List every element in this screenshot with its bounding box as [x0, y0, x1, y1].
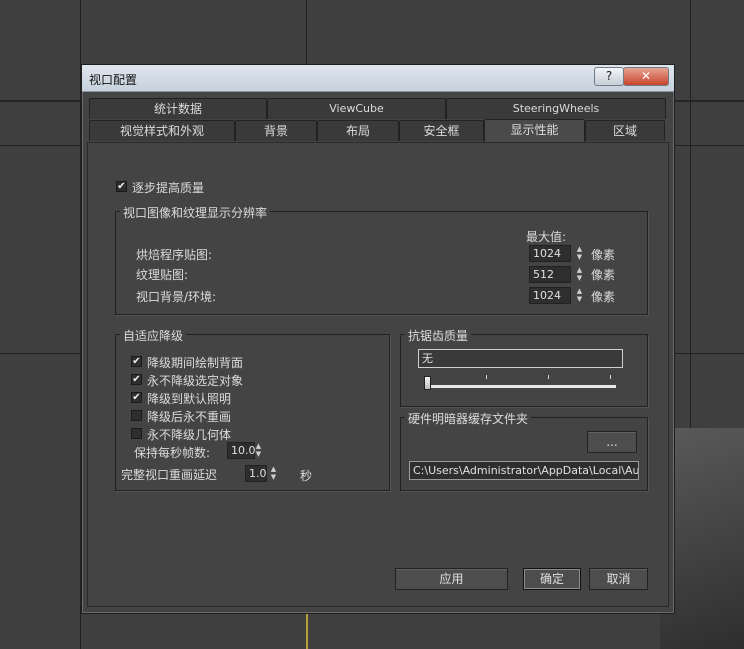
- never-degrade-geometry-checkbox[interactable]: [131, 428, 142, 439]
- shader-cache-path-field[interactable]: C:\Users\Administrator\AppData\Local\Aut…: [409, 461, 639, 480]
- close-button[interactable]: ✕: [623, 67, 669, 86]
- tab-viewcube[interactable]: ViewCube: [267, 98, 446, 119]
- draw-backfaces-label: 降级期间绘制背面: [147, 356, 244, 370]
- never-degrade-geometry-label: 永不降级几何体: [147, 428, 232, 442]
- progressive-quality-label: 逐步提高质量: [132, 181, 205, 195]
- baked-procedural-spinner[interactable]: 1024: [529, 245, 571, 262]
- viewport-background-spinner[interactable]: 1024: [529, 287, 571, 304]
- shader-cache-title: 硬件明暗器缓存文件夹: [405, 410, 532, 427]
- tab-regions[interactable]: 区域: [585, 120, 665, 141]
- degrade-default-lighting-checkbox[interactable]: ✔: [131, 392, 142, 403]
- tab-background[interactable]: 背景: [235, 120, 317, 141]
- help-button[interactable]: ?: [594, 67, 624, 86]
- texture-map-spinner[interactable]: 512: [529, 266, 571, 283]
- viewport-configuration-dialog: 视口配置 ? ✕ 统计数据 ViewCube SteeringWheels 视觉…: [81, 64, 675, 614]
- degrade-default-lighting-label: 降级到默认照明: [147, 392, 232, 406]
- spinner-arrows-icon[interactable]: ▲ ▼: [254, 442, 263, 459]
- never-degrade-selected-label: 永不降级选定对象: [147, 374, 244, 388]
- texture-map-label: 纹理贴图:: [136, 268, 189, 282]
- unit-label: 像素: [591, 268, 616, 282]
- baked-procedural-label: 烘焙程序贴图:: [136, 248, 213, 262]
- tab-layout[interactable]: 布局: [317, 120, 399, 141]
- unit-label: 像素: [591, 290, 616, 304]
- antialiasing-slider[interactable]: [424, 373, 618, 395]
- tab-display-performance[interactable]: 显示性能: [484, 119, 585, 143]
- tab-safe-frame[interactable]: 安全框: [399, 120, 484, 141]
- seconds-label: 秒: [300, 469, 313, 483]
- browse-button[interactable]: ...: [587, 431, 637, 453]
- tab-statistics[interactable]: 统计数据: [89, 98, 267, 119]
- fps-label: 保持每秒帧数:: [134, 446, 211, 460]
- title-bar[interactable]: 视口配置 ? ✕: [82, 65, 674, 92]
- max-value-label: 最大值:: [526, 230, 567, 244]
- viewport-background-label: 视口背景/环境:: [136, 290, 217, 304]
- slider-thumb[interactable]: [424, 376, 431, 390]
- draw-backfaces-checkbox[interactable]: ✔: [131, 356, 142, 367]
- adaptive-degradation-title: 自适应降级: [120, 327, 187, 344]
- never-redraw-after-degrade-checkbox[interactable]: [131, 410, 142, 421]
- apply-button[interactable]: 应用: [395, 568, 508, 590]
- unit-label: 像素: [591, 248, 616, 262]
- spinner-arrows-icon[interactable]: ▲ ▼: [269, 465, 278, 482]
- cancel-button[interactable]: 取消: [589, 568, 648, 590]
- redraw-delay-spinner[interactable]: 1.0: [245, 465, 267, 482]
- tab-visual-style[interactable]: 视觉样式和外观: [89, 120, 235, 141]
- window-title: 视口配置: [89, 73, 138, 87]
- spinner-arrows-icon[interactable]: ▲ ▼: [575, 245, 584, 262]
- spinner-arrows-icon[interactable]: ▲ ▼: [575, 266, 584, 283]
- spinner-arrows-icon[interactable]: ▲ ▼: [575, 287, 584, 304]
- never-degrade-selected-checkbox[interactable]: ✔: [131, 374, 142, 385]
- resolution-group-title: 视口图像和纹理显示分辨率: [120, 204, 271, 221]
- never-redraw-after-degrade-label: 降级后永不重画: [147, 410, 232, 424]
- antialiasing-group: 抗锯齿质量: [400, 327, 648, 407]
- progressive-quality-checkbox[interactable]: ✔: [116, 181, 127, 192]
- antialiasing-title: 抗锯齿质量: [405, 327, 472, 344]
- redraw-delay-label: 完整视口重画延迟: [121, 468, 218, 482]
- fps-spinner[interactable]: 10.0: [227, 442, 256, 459]
- tab-steeringwheels[interactable]: SteeringWheels: [446, 98, 666, 119]
- antialiasing-value-field: 无: [418, 349, 623, 368]
- ok-button[interactable]: 确定: [523, 568, 581, 590]
